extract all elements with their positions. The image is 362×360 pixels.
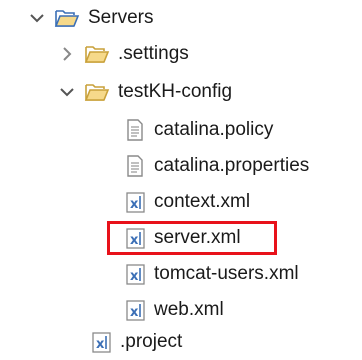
tree-node-label: context.xml bbox=[154, 191, 251, 212]
tree-file-project[interactable]: x .project bbox=[90, 324, 182, 360]
svg-text:x: x bbox=[96, 337, 105, 352]
folder-open-icon bbox=[54, 7, 80, 29]
xml-file-icon: x bbox=[124, 190, 146, 214]
chevron-right-icon[interactable] bbox=[58, 45, 76, 63]
tree-node-label: .settings bbox=[118, 43, 189, 64]
tree-file-web-xml[interactable]: x web.xml bbox=[124, 292, 224, 328]
tree-node-label: catalina.properties bbox=[154, 155, 310, 176]
tree-node-label: testKH-config bbox=[118, 81, 233, 102]
tree-node-label: web.xml bbox=[154, 299, 224, 320]
xml-file-icon: x bbox=[124, 262, 146, 286]
xml-file-icon: x bbox=[90, 330, 112, 354]
tree-node-testkh-config[interactable]: testKH-config bbox=[58, 74, 232, 110]
tree-node-label: Servers bbox=[88, 7, 154, 28]
svg-text:x: x bbox=[130, 197, 139, 212]
tree-file-catalina-policy[interactable]: catalina.policy bbox=[124, 112, 273, 148]
tree-file-context-xml[interactable]: x context.xml bbox=[124, 184, 250, 220]
text-file-icon bbox=[124, 118, 146, 142]
folder-icon bbox=[84, 43, 110, 65]
project-explorer-tree: Servers .settings testKH-config catalina… bbox=[0, 0, 362, 360]
tree-node-label: .project bbox=[120, 331, 183, 352]
chevron-down-icon[interactable] bbox=[58, 83, 76, 101]
chevron-down-icon[interactable] bbox=[28, 9, 46, 27]
tree-file-tomcat-users-xml[interactable]: x tomcat-users.xml bbox=[124, 256, 299, 292]
svg-text:x: x bbox=[130, 269, 139, 284]
tree-node-settings[interactable]: .settings bbox=[58, 36, 189, 72]
xml-file-icon: x bbox=[124, 298, 146, 322]
text-file-icon bbox=[124, 154, 146, 178]
tree-file-catalina-properties[interactable]: catalina.properties bbox=[124, 148, 309, 184]
svg-text:x: x bbox=[130, 305, 139, 320]
tree-node-label: tomcat-users.xml bbox=[154, 263, 299, 284]
tree-node-servers[interactable]: Servers bbox=[28, 0, 153, 36]
folder-open-icon bbox=[84, 81, 110, 103]
tree-node-label: catalina.policy bbox=[154, 119, 274, 140]
highlight-box bbox=[107, 221, 277, 255]
